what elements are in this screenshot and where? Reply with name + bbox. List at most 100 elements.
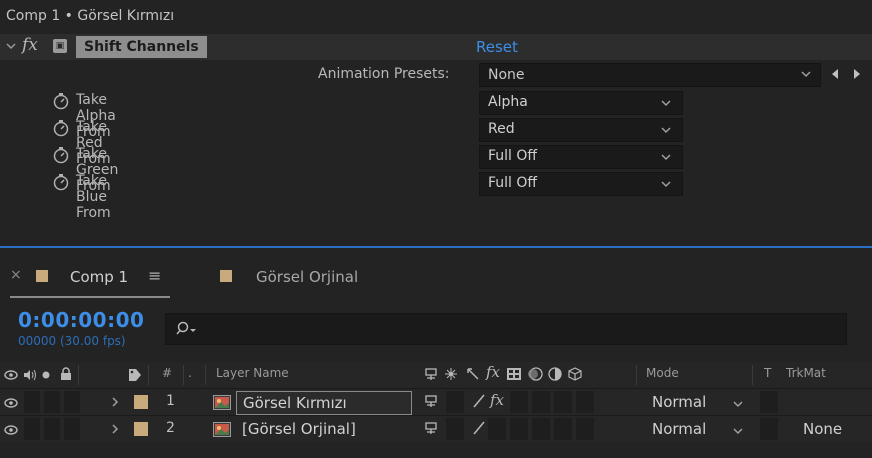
column-divider[interactable] — [205, 365, 206, 385]
effects-icon[interactable]: fx — [486, 363, 500, 381]
chevron-down-icon — [660, 125, 672, 135]
layer-name[interactable]: [Görsel Orjinal] — [236, 418, 362, 440]
quality-icon[interactable] — [466, 367, 480, 381]
adjustment-switch[interactable] — [554, 391, 572, 413]
chevron-down-icon — [660, 152, 672, 162]
effects-icon[interactable]: fx — [490, 391, 504, 409]
layer-label-swatch[interactable] — [134, 395, 148, 409]
dropdown-value: Full Off — [488, 175, 538, 191]
stopwatch-icon[interactable] — [52, 146, 70, 164]
comp-color-swatch — [220, 270, 232, 282]
chevron-right-icon[interactable] — [110, 423, 120, 435]
effect-panel-title: Comp 1 • Görsel Kırmızı — [6, 8, 175, 24]
preserve-transparency-switch[interactable] — [760, 391, 778, 413]
adjustment-switch[interactable] — [554, 418, 572, 440]
collapse-transform-icon[interactable] — [444, 367, 458, 381]
stopwatch-icon[interactable] — [52, 173, 70, 191]
layer-name[interactable]: Görsel Kırmızı — [236, 391, 412, 415]
effect-type-icon: ▣ — [53, 39, 67, 53]
3d-layer-icon[interactable] — [568, 367, 582, 381]
motion-blur-icon[interactable] — [526, 366, 544, 382]
3d-switch[interactable] — [576, 418, 594, 440]
take-alpha-dropdown[interactable]: Alpha — [479, 91, 683, 115]
dropdown-value: Red — [488, 121, 515, 137]
layer-row-2[interactable]: 2 [Görsel Orjinal] Normal None — [0, 416, 872, 442]
previous-preset-icon[interactable] — [830, 68, 840, 80]
animation-presets-label: Animation Presets: — [318, 66, 450, 82]
eye-icon[interactable] — [4, 424, 18, 436]
quality-slash-icon[interactable] — [472, 394, 486, 408]
shy-icon[interactable] — [424, 421, 438, 435]
blend-mode-dropdown[interactable]: Normal — [652, 393, 706, 411]
column-divider[interactable] — [148, 365, 149, 385]
layer-row-1[interactable]: 1 Görsel Kırmızı fx Normal — [0, 389, 872, 415]
trkmat-header[interactable]: TrkMat — [786, 366, 826, 380]
lock-switch[interactable] — [64, 418, 80, 440]
chevron-down-icon — [732, 426, 744, 436]
lock-switch[interactable] — [64, 391, 80, 413]
quality-slash-icon[interactable] — [472, 421, 486, 435]
collapse-switch[interactable] — [446, 391, 464, 413]
header-dot: . — [188, 366, 192, 380]
3d-switch[interactable] — [576, 391, 594, 413]
animation-presets-dropdown[interactable]: None — [479, 63, 821, 87]
take-red-dropdown[interactable]: Red — [479, 118, 683, 142]
layer-search-input[interactable] — [165, 313, 847, 345]
tab-gorsel-orjinal[interactable]: Görsel Orjinal — [256, 268, 358, 286]
current-time-display[interactable]: 0:00:00:00 — [18, 308, 144, 332]
adjustment-layer-icon[interactable] — [548, 367, 562, 381]
frame-blend-switch[interactable] — [510, 391, 528, 413]
column-divider[interactable] — [752, 365, 753, 385]
solo-icon[interactable] — [42, 371, 50, 379]
audio-switch[interactable] — [24, 391, 40, 413]
chevron-down-icon[interactable] — [5, 40, 17, 52]
tab-comp-1[interactable]: Comp 1 — [70, 268, 128, 286]
frame-rate-label: 00000 (30.00 fps) — [18, 334, 126, 348]
motion-blur-switch[interactable] — [532, 391, 550, 413]
frame-blend-switch[interactable] — [510, 418, 528, 440]
chevron-down-icon — [660, 179, 672, 189]
next-preset-icon[interactable] — [852, 68, 862, 80]
label-tag-icon[interactable] — [128, 368, 142, 382]
take-blue-dropdown[interactable]: Full Off — [479, 172, 683, 196]
hamburger-menu-icon[interactable]: ≡ — [148, 266, 161, 285]
stopwatch-icon[interactable] — [52, 92, 70, 110]
blend-mode-dropdown[interactable]: Normal — [652, 420, 706, 438]
preserve-transparency-header[interactable]: T — [764, 366, 771, 380]
chevron-right-icon[interactable] — [110, 396, 120, 408]
audio-switch[interactable] — [24, 418, 40, 440]
track-matte-dropdown[interactable]: None — [803, 420, 842, 438]
reset-link[interactable]: Reset — [476, 38, 518, 56]
eye-icon[interactable] — [4, 397, 18, 409]
column-divider[interactable] — [636, 365, 637, 385]
take-green-dropdown[interactable]: Full Off — [479, 145, 683, 169]
shy-icon[interactable] — [424, 367, 438, 381]
fx-toggle-icon[interactable]: fx — [22, 35, 38, 55]
layer-label-swatch[interactable] — [134, 422, 148, 436]
eye-icon[interactable] — [4, 369, 18, 381]
layer-column-header: # . Layer Name fx Mode T TrkMat — [0, 362, 872, 389]
column-divider[interactable] — [183, 365, 184, 385]
preserve-transparency-switch[interactable] — [760, 418, 778, 440]
chevron-down-icon — [732, 399, 744, 409]
mode-header[interactable]: Mode — [646, 366, 679, 380]
effects-switch[interactable] — [488, 418, 506, 440]
stopwatch-icon[interactable] — [52, 119, 70, 137]
layer-name-header[interactable]: Layer Name — [216, 366, 289, 380]
close-icon[interactable]: × — [10, 267, 22, 283]
frame-blending-icon[interactable] — [506, 367, 522, 381]
audio-icon[interactable] — [22, 368, 38, 382]
dropdown-value: Full Off — [488, 148, 538, 164]
collapse-switch[interactable] — [446, 418, 464, 440]
motion-blur-switch[interactable] — [532, 418, 550, 440]
layer-number: 1 — [166, 393, 175, 409]
solo-switch[interactable] — [44, 418, 60, 440]
solo-switch[interactable] — [44, 391, 60, 413]
lock-icon[interactable] — [60, 367, 72, 381]
layer-number-header[interactable]: # — [162, 366, 172, 380]
effect-name-label[interactable]: Shift Channels — [76, 36, 207, 58]
layer-number: 2 — [166, 420, 175, 436]
shy-icon[interactable] — [424, 394, 438, 408]
trkmat-header-text: TrkMat — [786, 366, 826, 380]
column-divider[interactable] — [78, 365, 79, 385]
